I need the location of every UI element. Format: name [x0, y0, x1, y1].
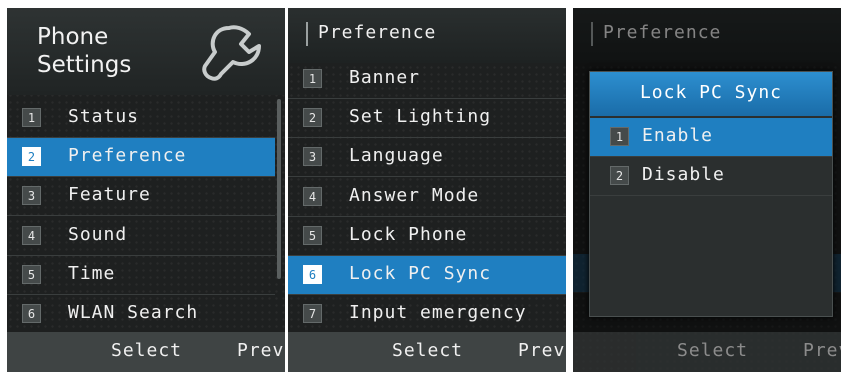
item-label: Banner — [349, 67, 421, 88]
scrollbar[interactable] — [277, 99, 281, 279]
item-number: 4 — [22, 225, 41, 245]
title-line2: Settings — [37, 52, 132, 78]
wrench-icon — [202, 25, 261, 81]
lock-pc-sync-screen: Preference Lock PC Sync 1 Enable 2 Disable … — [573, 8, 841, 372]
menu-item-disable[interactable]: 2 Disable — [590, 157, 832, 196]
menu-item-input-emergency[interactable]: 7 Input emergency — [288, 295, 566, 335]
item-number: 7 — [303, 304, 322, 324]
item-label: Enable — [642, 125, 714, 146]
lock-pc-sync-popup: Lock PC Sync 1 Enable 2 Disable — [589, 71, 833, 317]
softkey-bar: Select Prev — [288, 332, 566, 372]
phone-settings-screen: Phone Settings 1 Status 2 Preference 3 Featur… — [7, 8, 285, 372]
popup-title: Lock PC Sync — [639, 82, 783, 103]
item-number: 4 — [303, 186, 322, 206]
select-softkey[interactable]: Select — [677, 340, 748, 361]
item-label: WLAN Search — [68, 302, 199, 323]
prev-softkey[interactable]: Prev — [518, 340, 565, 361]
menu-item-wlan-search[interactable]: 6 WLAN Search — [7, 295, 275, 334]
item-number: 1 — [303, 69, 322, 88]
screen-header: Preference — [288, 8, 566, 63]
item-number: 1 — [610, 127, 629, 146]
menu-item-feature[interactable]: 3 Feature — [7, 177, 275, 217]
item-label: Lock PC Sync — [349, 263, 492, 284]
item-label: Sound — [68, 223, 128, 245]
softkey-bar: Select Prev — [573, 332, 841, 372]
item-label: Input emergency — [349, 302, 527, 324]
softkey-bar: Select Prev — [7, 332, 285, 372]
item-label: Status — [68, 106, 140, 127]
item-label: Feature — [68, 184, 151, 206]
item-label: Lock Phone — [349, 223, 468, 245]
item-label: Language — [349, 145, 444, 167]
screen-header: Phone Settings — [7, 8, 285, 95]
menu-item-lock-phone[interactable]: 5 Lock Phone — [288, 217, 566, 256]
prev-softkey[interactable]: Prev — [237, 340, 284, 361]
title-line1: Phone — [37, 24, 109, 50]
item-number: 6 — [22, 304, 41, 323]
menu-item-sound[interactable]: 4 Sound — [7, 217, 275, 256]
item-number: 1 — [22, 108, 41, 127]
header-divider — [306, 22, 308, 46]
item-label: Time — [68, 262, 116, 284]
menu-item-lock-pc-sync[interactable]: 6 Lock PC Sync — [288, 256, 566, 295]
menu-item-answer-mode[interactable]: 4 Answer Mode — [288, 178, 566, 217]
item-label: Set Lighting — [349, 106, 492, 128]
menu-item-status[interactable]: 1 Status — [7, 99, 275, 138]
select-softkey[interactable]: Select — [392, 340, 463, 361]
menu-item-banner[interactable]: 1 Banner — [288, 60, 566, 99]
menu-item-time[interactable]: 5 Time — [7, 256, 275, 295]
select-softkey[interactable]: Select — [111, 340, 182, 361]
item-number: 5 — [303, 225, 322, 245]
item-number: 2 — [303, 108, 322, 128]
item-label: Disable — [642, 164, 725, 185]
item-number: 2 — [22, 147, 41, 167]
menu-item-set-lighting[interactable]: 2 Set Lighting — [288, 99, 566, 139]
menu-item-enable[interactable]: 1 Enable — [590, 118, 832, 157]
page-title: Preference — [318, 22, 437, 43]
item-label: Answer Mode — [349, 184, 480, 206]
item-number: 3 — [22, 186, 41, 206]
item-number: 5 — [22, 264, 41, 284]
menu-item-preference[interactable]: 2 Preference — [7, 138, 275, 178]
item-number: 6 — [303, 265, 322, 284]
preference-screen: Preference 1 Banner 2 Set Lighting 3 Language… — [288, 8, 566, 372]
prev-softkey[interactable]: Prev — [803, 340, 841, 361]
item-number: 2 — [610, 166, 629, 185]
item-label: Preference — [68, 145, 187, 167]
item-number: 3 — [303, 147, 322, 167]
menu-item-language[interactable]: 3 Language — [288, 138, 566, 178]
popup-header: Lock PC Sync — [590, 72, 832, 116]
